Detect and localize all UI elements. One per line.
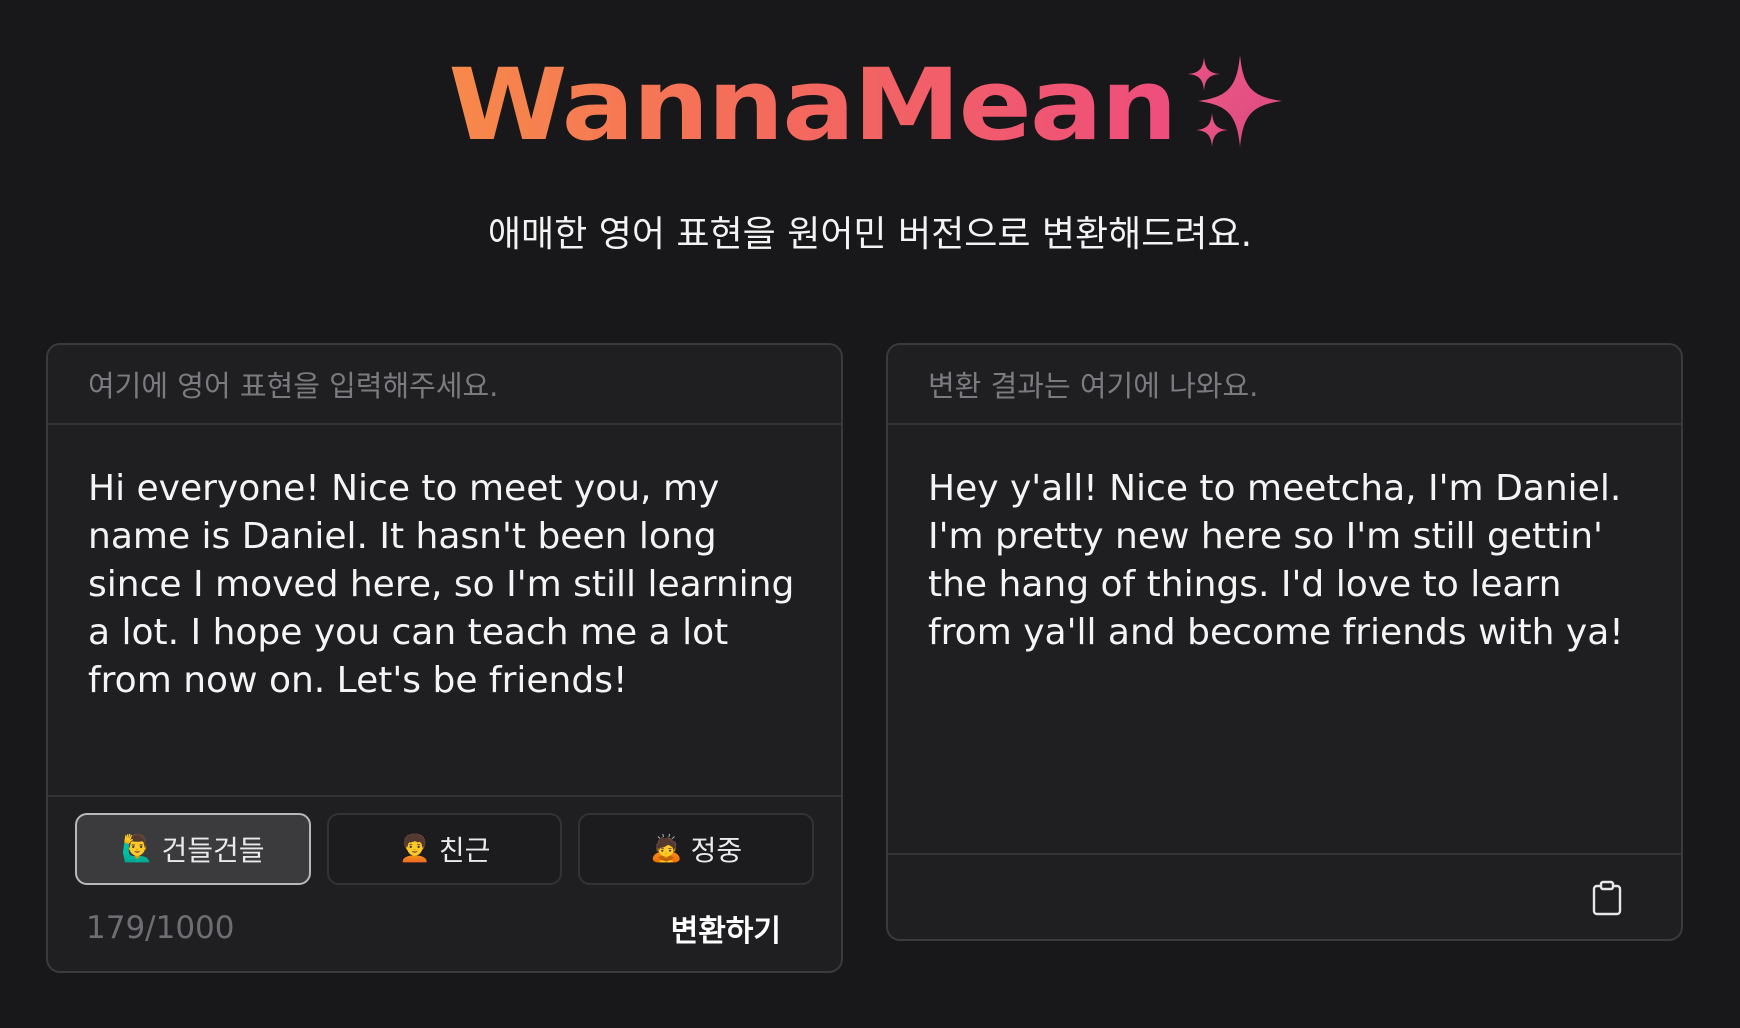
tone-label: 친근 [438, 834, 491, 867]
output-placeholder: 변환 결과는 여기에 나와요. [888, 345, 1681, 425]
tone-selector: 🙋‍♂️ 건들건들 🧑‍🦱 친근 🙇 정중 [48, 795, 841, 885]
output-text: Hey y'all! Nice to meetcha, I'm Daniel. … [928, 468, 1624, 653]
sparkles-icon [1187, 55, 1282, 147]
input-textarea[interactable]: Hi everyone! Nice to meet you, my name i… [48, 425, 841, 795]
input-placeholder: 여기에 영어 표현을 입력해주세요. [48, 345, 841, 425]
tone-button-friendly[interactable]: 🧑‍🦱 친근 [326, 813, 563, 885]
clipboard-icon[interactable] [1591, 880, 1623, 916]
logo: WannaMean [0, 46, 1740, 166]
convert-button[interactable]: 변환하기 [671, 906, 781, 950]
tone-label: 건들건들 [161, 834, 265, 867]
output-footer [888, 853, 1681, 941]
subtitle: 애매한 영어 표현을 원어민 버전으로 변환해드려요. [487, 214, 1253, 255]
tone-button-polite[interactable]: 🙇 정중 [578, 813, 815, 885]
raising-hand-icon: 🙋‍♂️ [121, 834, 154, 864]
person-icon: 🧑‍🦱 [398, 834, 431, 864]
tone-button-casual[interactable]: 🙋‍♂️ 건들건들 [75, 813, 311, 885]
logo-text: WannaMean [448, 48, 1177, 164]
output-panel: 변환 결과는 여기에 나와요. Hey y'all! Nice to meetc… [886, 343, 1683, 941]
input-footer: 179/1000 변환하기 [48, 885, 841, 971]
input-panel: 여기에 영어 표현을 입력해주세요. Hi everyone! Nice to … [46, 343, 843, 973]
tone-label: 정중 [690, 834, 743, 867]
page: WannaMean 애매한 영어 표현을 원어민 버전으로 변환해드려요. 여기… [0, 0, 1740, 1028]
bowing-person-icon: 🙇 [650, 834, 683, 864]
char-counter: 179/1000 [86, 910, 235, 946]
